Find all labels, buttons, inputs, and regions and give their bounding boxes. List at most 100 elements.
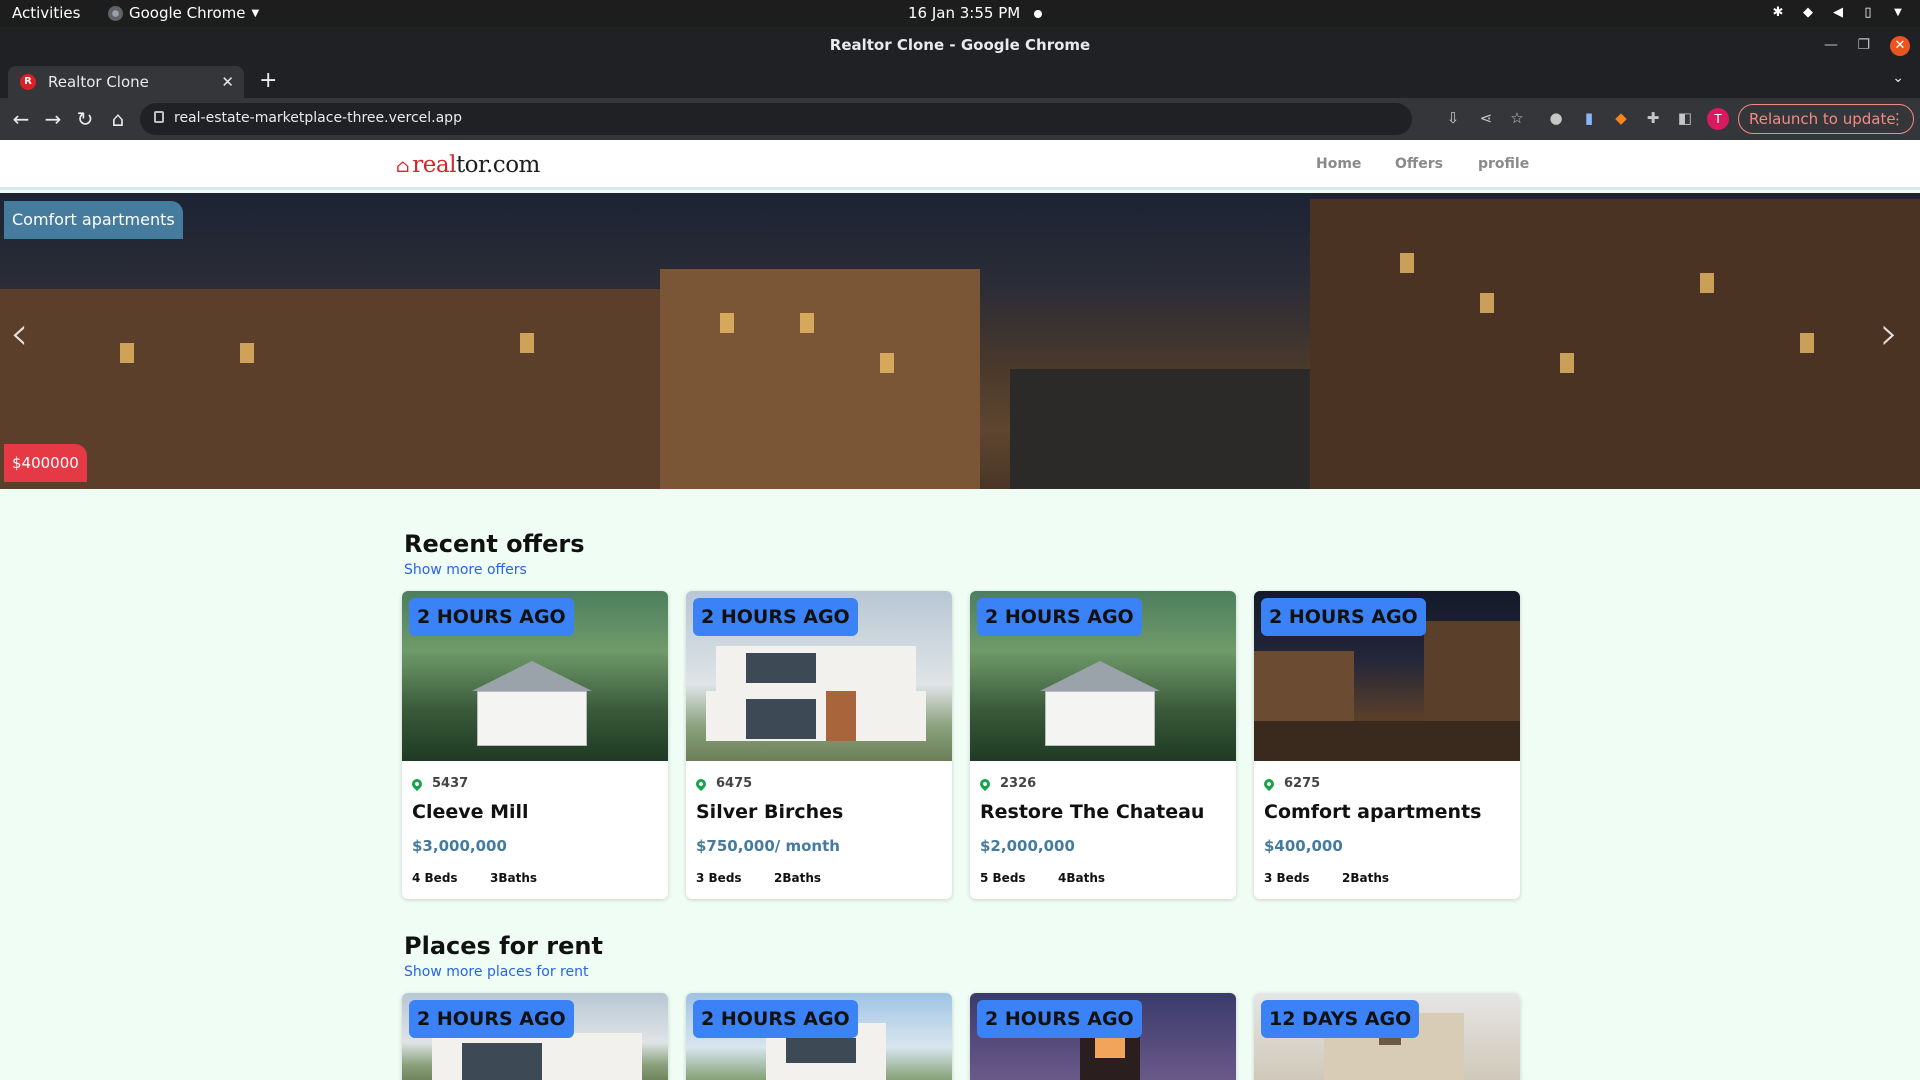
show-more-offers-link[interactable]: Show more offers bbox=[404, 562, 527, 578]
house-roof bbox=[472, 661, 592, 691]
card-location: 6475 bbox=[693, 776, 752, 791]
hero-window bbox=[1800, 333, 1814, 353]
chevron-down-icon: ▼ bbox=[251, 7, 260, 19]
card-location: 2326 bbox=[977, 776, 1036, 791]
realtor-favicon-icon: R bbox=[20, 74, 36, 90]
hero-window bbox=[520, 333, 534, 353]
hero-building-trees bbox=[1010, 369, 1310, 489]
hero-window bbox=[120, 343, 134, 363]
hero-window bbox=[1400, 253, 1414, 273]
app-menu-label: Google Chrome bbox=[129, 4, 246, 22]
extension-dark-icon[interactable]: ● bbox=[1547, 109, 1565, 127]
forward-button[interactable]: → bbox=[41, 107, 65, 131]
share-icon[interactable]: ⋖ bbox=[1477, 109, 1495, 127]
more-menu-icon: ⋮ bbox=[1890, 110, 1905, 128]
listing-card[interactable]: 2 HOURS AGO bbox=[402, 993, 668, 1080]
battery-icon: ▯ bbox=[1864, 5, 1872, 20]
listing-card[interactable]: 2 HOURS AGO bbox=[686, 993, 952, 1080]
realtor-logo[interactable]: ⌂ realtor.com bbox=[396, 152, 540, 178]
new-tab-button[interactable]: + bbox=[259, 68, 277, 93]
hero-window bbox=[1480, 293, 1494, 313]
recent-offers-heading: Recent offers bbox=[404, 530, 585, 558]
window-titlebar: Realtor Clone - Google Chrome — ❐ ✕ bbox=[0, 27, 1920, 64]
building-right bbox=[1424, 621, 1520, 731]
listing-card[interactable]: 2 HOURS AGO 6275 Comfort apartments $400… bbox=[1254, 591, 1520, 899]
time-badge: 2 HOURS AGO bbox=[1261, 598, 1426, 636]
card-name: Restore The Chateau bbox=[980, 801, 1205, 823]
maximize-button[interactable]: ❐ bbox=[1857, 27, 1870, 64]
metamask-fox-icon[interactable]: ◆ bbox=[1612, 109, 1630, 127]
card-name: Silver Birches bbox=[696, 801, 844, 823]
close-icon: ✕ bbox=[1890, 35, 1910, 56]
minimize-icon: — bbox=[1824, 37, 1838, 53]
app-menu[interactable]: Google Chrome ▼ bbox=[108, 4, 259, 22]
listing-card[interactable]: 2 HOURS AGO bbox=[970, 993, 1236, 1080]
extension-blue-icon[interactable]: ▮ bbox=[1580, 109, 1598, 127]
slack-icon[interactable]: ✱ bbox=[1770, 6, 1786, 20]
time-badge: 2 HOURS AGO bbox=[409, 1000, 574, 1038]
card-location: 5437 bbox=[409, 776, 469, 791]
card-location-text: 5437 bbox=[432, 776, 469, 791]
house-glass bbox=[786, 1038, 856, 1063]
show-more-rent-link[interactable]: Show more places for rent bbox=[404, 964, 588, 980]
slider-next-arrow-icon[interactable]: › bbox=[1880, 306, 1898, 360]
time-badge: 2 HOURS AGO bbox=[977, 598, 1142, 636]
profile-avatar[interactable]: T bbox=[1707, 108, 1729, 130]
plaza bbox=[1254, 721, 1520, 761]
tab-realtor-clone[interactable]: R Realtor Clone ✕ bbox=[8, 66, 244, 98]
card-price: $2,000,000 bbox=[980, 837, 1075, 855]
tab-search-chevron-icon[interactable]: ⌄ bbox=[1892, 70, 1904, 86]
house-lower bbox=[706, 691, 926, 741]
slider-prev-arrow-icon[interactable]: ‹ bbox=[10, 306, 28, 360]
nav-home-link[interactable]: Home bbox=[1316, 156, 1361, 172]
address-bar[interactable]: real-estate-marketplace-three.vercel.app bbox=[140, 103, 1412, 135]
card-location: 6275 bbox=[1261, 776, 1320, 791]
time-badge: 12 DAYS AGO bbox=[1261, 1000, 1420, 1038]
hero-title-tag: Comfort apartments bbox=[4, 201, 183, 239]
card-price: $3,000,000 bbox=[412, 837, 507, 855]
card-price: $400,000 bbox=[1264, 837, 1343, 855]
card-beds: 4 Beds bbox=[412, 871, 458, 885]
location-pin-icon bbox=[693, 776, 709, 791]
card-baths: 2Baths bbox=[774, 871, 822, 885]
side-panel-icon[interactable]: ◧ bbox=[1676, 109, 1694, 127]
hero-window bbox=[1700, 273, 1714, 293]
time-badge: 2 HOURS AGO bbox=[693, 598, 858, 636]
clock[interactable]: 16 Jan 3:55 PM bbox=[908, 4, 1043, 22]
hero-slider[interactable]: Comfort apartments $400000 ‹ › bbox=[0, 193, 1920, 489]
home-button[interactable]: ⌂ bbox=[106, 107, 130, 131]
browser-toolbar: ← → ↻ ⌂ real-estate-marketplace-three.ve… bbox=[0, 98, 1920, 140]
hero-building-right bbox=[1310, 199, 1920, 489]
hero-window bbox=[1560, 353, 1574, 373]
address-bar-url: real-estate-marketplace-three.vercel.app bbox=[174, 110, 462, 126]
bookmark-star-icon[interactable]: ☆ bbox=[1508, 109, 1526, 127]
listing-card[interactable]: 12 DAYS AGO bbox=[1254, 993, 1520, 1080]
house-glass bbox=[746, 653, 816, 683]
install-app-icon[interactable]: ⇩ bbox=[1444, 109, 1462, 127]
listing-card[interactable]: 2 HOURS AGO 5437 Cleeve Mill $3,000,000 … bbox=[402, 591, 668, 899]
activities-button[interactable]: Activities bbox=[12, 4, 80, 22]
nav-offers-link[interactable]: Offers bbox=[1395, 156, 1443, 172]
reload-button[interactable]: ↻ bbox=[73, 107, 97, 131]
card-price: $750,000/ month bbox=[696, 837, 840, 855]
system-tray[interactable]: ✱ ◆ ◀ ▯ ▼ bbox=[1770, 3, 1906, 23]
logo-text-dark: tor.com bbox=[455, 152, 540, 178]
tab-close-icon[interactable]: ✕ bbox=[221, 73, 234, 91]
back-button[interactable]: ← bbox=[9, 107, 33, 131]
relaunch-to-update-button[interactable]: Relaunch to update ⋮ bbox=[1738, 104, 1914, 134]
listing-card[interactable]: 2 HOURS AGO 6475 Silver Birches $750,000… bbox=[686, 591, 952, 899]
minimize-button[interactable]: — bbox=[1824, 27, 1838, 64]
wifi-icon: ◆ bbox=[1803, 5, 1813, 20]
nav-profile-link[interactable]: profile bbox=[1478, 156, 1529, 172]
listing-card[interactable]: 2 HOURS AGO 2326 Restore The Chateau $2,… bbox=[970, 591, 1236, 899]
clock-label: 16 Jan 3:55 PM bbox=[908, 4, 1021, 22]
extensions-puzzle-icon[interactable]: ✚ bbox=[1644, 109, 1662, 127]
card-baths: 2Baths bbox=[1342, 871, 1390, 885]
close-window-button[interactable]: ✕ bbox=[1890, 27, 1910, 64]
site-header: ⌂ realtor.com Home Offers profile bbox=[0, 140, 1920, 190]
card-name: Cleeve Mill bbox=[412, 801, 529, 823]
lock-icon[interactable] bbox=[154, 111, 164, 123]
card-baths: 3Baths bbox=[490, 871, 538, 885]
card-name: Comfort apartments bbox=[1264, 801, 1482, 823]
hero-window bbox=[800, 313, 814, 333]
